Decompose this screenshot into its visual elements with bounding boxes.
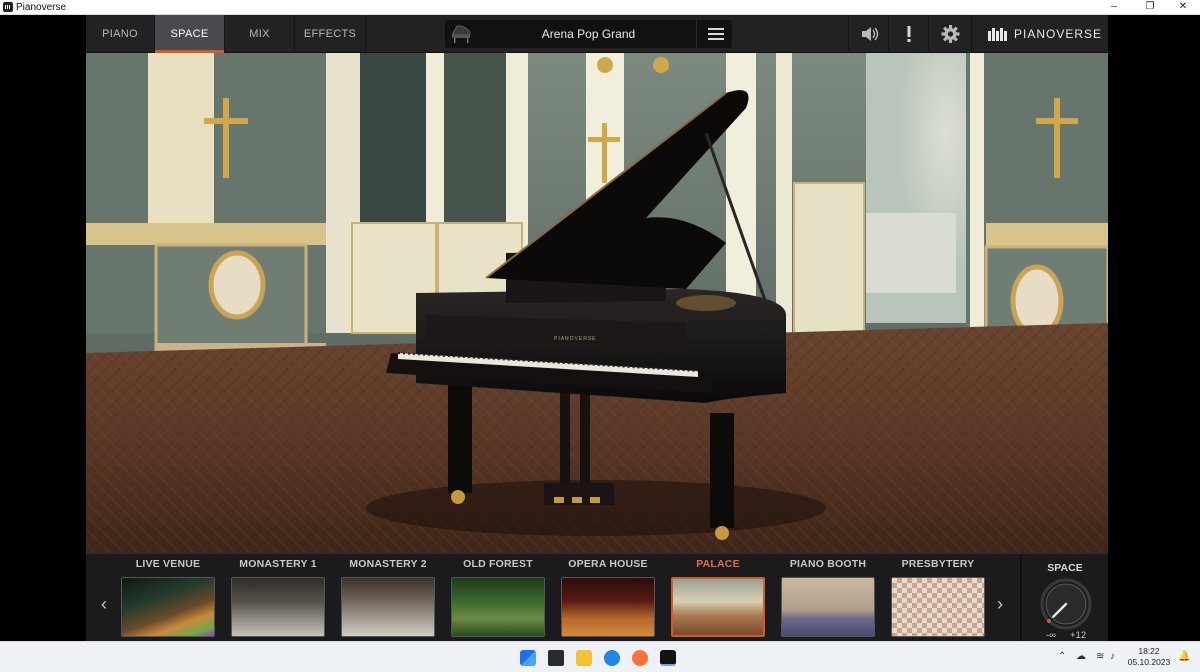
room-label: MONASTERY 2	[349, 558, 427, 570]
room-label: PRESBYTERY	[901, 558, 975, 570]
brand-logo: PIANOVERSE	[971, 15, 1108, 53]
preset-name: Arena Pop Grand	[541, 27, 636, 41]
pianoverse-app: PIANO SPACE MIX EFFECTS Arena Pop Grand	[86, 15, 1108, 642]
live-venue-thumbnail	[121, 577, 215, 637]
clock-time: 18:22	[1138, 646, 1160, 656]
room-monastery-2[interactable]: MONASTERY 2	[340, 554, 436, 642]
room-label: PALACE	[696, 558, 740, 570]
piano-booth-thumbnail	[781, 577, 875, 637]
piano-brand-text: PIANOVERSE	[554, 336, 597, 342]
settings-button[interactable]	[928, 15, 971, 53]
space-control: SPACE -∞ +12	[1020, 554, 1108, 642]
palace-thumbnail	[671, 577, 765, 637]
pianoverse-taskbar-icon[interactable]	[660, 650, 676, 666]
room-label: MONASTERY 1	[239, 558, 317, 570]
clock-date: 05.10.2023	[1127, 657, 1171, 667]
notification-bell-icon[interactable]: 🔔	[1178, 651, 1190, 662]
room-stage-view: PIANOVERSE	[86, 53, 1108, 553]
window-title-bar: Pianoverse – ❐ ✕	[0, 0, 1200, 15]
window-title: Pianoverse	[16, 2, 67, 13]
room-label: LIVE VENUE	[135, 558, 201, 570]
close-button[interactable]: ✕	[1166, 0, 1200, 15]
alert-icon	[907, 26, 911, 42]
tab-mix[interactable]: MIX	[225, 15, 295, 53]
room-label: OPERA HOUSE	[568, 558, 648, 570]
room-palace[interactable]: PALACE	[670, 554, 766, 642]
room-live-venue[interactable]: LIVE VENUE	[120, 554, 216, 642]
monastery-2-thumbnail	[341, 577, 435, 637]
top-navigation: PIANO SPACE MIX EFFECTS Arena Pop Grand	[86, 15, 1108, 53]
edge-browser-icon[interactable]	[604, 650, 620, 666]
room-opera-house[interactable]: OPERA HOUSE	[560, 554, 656, 642]
tab-piano[interactable]: PIANO	[86, 15, 155, 53]
alert-button[interactable]	[888, 15, 928, 53]
room-selector-panel: ‹ LIVE VENUE MONASTERY 1 MONASTERY 2 OLD…	[86, 553, 1108, 642]
palace-room-scene: PIANOVERSE	[86, 53, 1108, 553]
presbytery-thumbnail	[891, 577, 985, 637]
pianoverse-logo-icon	[988, 28, 1007, 41]
next-rooms-button[interactable]: ›	[992, 594, 1008, 614]
hamburger-menu-icon[interactable]	[696, 20, 732, 48]
minimize-button[interactable]: –	[1097, 0, 1131, 15]
window-margin-left	[0, 15, 86, 641]
space-label: SPACE	[1047, 562, 1083, 574]
room-presbytery[interactable]: PRESBYTERY	[890, 554, 986, 642]
window-margin-right	[1108, 15, 1200, 641]
tab-space[interactable]: SPACE	[155, 15, 225, 53]
space-max-label: +12	[1070, 630, 1087, 641]
speaker-button[interactable]	[848, 15, 888, 53]
space-min-label: -∞	[1046, 630, 1056, 641]
gear-icon	[941, 25, 960, 43]
room-piano-booth[interactable]: PIANO BOOTH	[780, 554, 876, 642]
tray-overflow-icon[interactable]: ⌃	[1058, 651, 1066, 662]
wifi-icon[interactable]: ≋	[1096, 651, 1104, 662]
room-old-forest[interactable]: OLD FOREST	[450, 554, 546, 642]
windows-taskbar: ⌃ ☁ ≋ ♪ 18:22 05.10.2023 🔔	[0, 641, 1200, 672]
restore-button[interactable]: ❐	[1133, 0, 1167, 15]
start-icon[interactable]	[520, 650, 536, 666]
previous-rooms-button[interactable]: ‹	[96, 594, 112, 614]
pianoverse-app-icon	[3, 2, 13, 12]
tab-effects[interactable]: EFFECTS	[295, 15, 366, 53]
file-explorer-icon[interactable]	[576, 650, 592, 666]
system-clock[interactable]: 18:22 05.10.2023	[1126, 646, 1172, 668]
space-level-knob[interactable]	[1040, 578, 1092, 630]
preset-selector[interactable]: Arena Pop Grand	[445, 20, 732, 48]
grand-piano-thumbnail-icon	[451, 25, 471, 43]
opera-house-thumbnail	[561, 577, 655, 637]
task-view-icon[interactable]	[548, 650, 564, 666]
brand-name: PIANOVERSE	[1014, 27, 1103, 41]
volume-icon[interactable]: ♪	[1110, 651, 1115, 662]
firefox-icon[interactable]	[632, 650, 648, 666]
room-label: OLD FOREST	[463, 558, 533, 570]
old-forest-thumbnail	[451, 577, 545, 637]
room-label: PIANO BOOTH	[789, 558, 867, 570]
room-monastery-1[interactable]: MONASTERY 1	[230, 554, 326, 642]
monastery-1-thumbnail	[231, 577, 325, 637]
speaker-icon	[862, 27, 879, 41]
onedrive-icon[interactable]: ☁	[1076, 651, 1086, 662]
